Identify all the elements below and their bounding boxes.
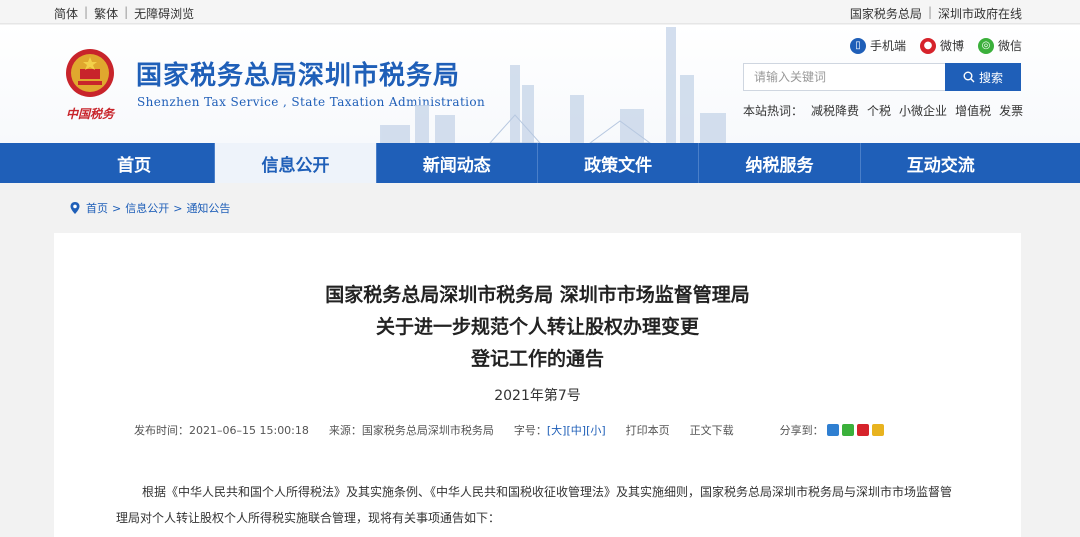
nav-tab-info-disclosure[interactable]: 信息公开 — [215, 143, 377, 183]
traditional-link[interactable]: 繁体 — [94, 5, 118, 22]
china-tax-logo: 中国税务 — [66, 107, 115, 121]
divider: | — [84, 5, 89, 19]
nav-tab-policy[interactable]: 政策文件 — [538, 143, 700, 183]
article-meta: 发布时间：2021–06–15 15:00:18 来源：国家税务总局深圳市税务局… — [134, 422, 954, 438]
hot-word[interactable]: 发票 — [999, 102, 1023, 119]
nav-tab-interaction[interactable]: 互动交流 — [861, 143, 1021, 183]
wechat-label: 微信 — [997, 39, 1022, 53]
wechat-link[interactable]: ◎ 微信 — [977, 37, 1022, 54]
article-paragraph: 根据《中华人民共和国个人所得税法》及其实施条例、《中华人民共和国税收征收管理法》… — [116, 485, 953, 525]
hot-words: 本站热词： 减税降费 个税 小微企业 增值税 发票 — [743, 102, 1023, 119]
share-weibo-icon[interactable] — [856, 424, 869, 436]
download-link[interactable]: 正文下载 — [690, 422, 734, 438]
breadcrumb-info[interactable]: 信息公开 — [125, 200, 169, 216]
sta-link[interactable]: 国家税务总局 — [850, 5, 922, 22]
font-size-medium[interactable]: [中] — [566, 422, 586, 438]
article-title-line3: 登记工作的通告 — [470, 348, 604, 370]
source: 来源：国家税务总局深圳市税务局 — [328, 424, 494, 437]
search-input[interactable] — [743, 63, 945, 91]
location-pin-icon — [70, 202, 80, 214]
nav-tab-tax-service[interactable]: 纳税服务 — [699, 143, 861, 183]
font-size-small[interactable]: [小] — [586, 422, 606, 438]
share-qzone-icon[interactable] — [826, 424, 839, 436]
breadcrumb-home[interactable]: 首页 — [86, 200, 108, 216]
search-button[interactable]: 搜索 — [945, 63, 1021, 91]
main-nav: 首页 信息公开 新闻动态 政策文件 纳税服务 互动交流 — [0, 143, 1080, 183]
breadcrumb: 首页 > 信息公开 > 通知公告 — [68, 200, 230, 216]
city-skyline-illustration — [380, 27, 726, 143]
font-size-large[interactable]: [大] — [547, 422, 567, 438]
national-emblem-icon — [66, 49, 114, 97]
search-icon — [963, 71, 975, 83]
accessibility-link[interactable]: 无障碍浏览 — [134, 5, 194, 22]
weibo-link[interactable]: ● 微博 — [919, 37, 964, 54]
shenzhen-gov-link[interactable]: 深圳市政府在线 — [938, 5, 1022, 22]
hot-word[interactable]: 增值税 — [955, 102, 991, 119]
hot-word[interactable]: 小微企业 — [899, 102, 947, 119]
wechat-icon: ◎ — [977, 37, 994, 54]
hot-word[interactable]: 个税 — [867, 102, 891, 119]
share-icons — [826, 424, 884, 436]
mobile-label: 手机端 — [869, 39, 906, 53]
weibo-icon: ● — [919, 37, 936, 54]
print-link[interactable]: 打印本页 — [626, 422, 670, 438]
document-number: 2021年第7号 — [494, 388, 581, 404]
hot-word[interactable]: 减税降费 — [811, 102, 859, 119]
breadcrumb-separator: > — [112, 201, 122, 215]
weibo-label: 微博 — [939, 39, 964, 53]
nav-tab-news[interactable]: 新闻动态 — [377, 143, 538, 183]
simplified-link[interactable]: 简体 — [54, 5, 78, 22]
search-button-label: 搜索 — [978, 70, 1003, 85]
article-card: 国家税务总局深圳市税务局 深圳市市场监督管理局 关于进一步规范个人转让股权办理变… — [54, 233, 1021, 537]
site-header: 中国税务 国家税务总局深圳市税务局 Shenzhen Tax Service ,… — [0, 25, 1080, 143]
font-size-label: 字号： — [513, 424, 547, 437]
breadcrumb-separator: > — [173, 201, 183, 215]
search-bar: 搜索 — [743, 63, 1021, 91]
breadcrumb-current[interactable]: 通知公告 — [186, 200, 230, 216]
mobile-link[interactable]: ▯ 手机端 — [849, 37, 906, 54]
publish-time: 发布时间：2021–06–15 15:00:18 — [134, 424, 309, 437]
divider: | — [927, 5, 932, 19]
social-links: ▯ 手机端 ● 微博 ◎ 微信 — [849, 37, 1022, 54]
article-title-line1: 国家税务总局深圳市税务局 深圳市市场监督管理局 — [325, 284, 750, 306]
divider: | — [124, 5, 129, 19]
share-label: 分享到： — [779, 424, 824, 437]
mobile-icon: ▯ — [849, 37, 866, 54]
article-title-line2: 关于进一步规范个人转让股权办理变更 — [375, 316, 699, 338]
share-wechat-icon[interactable] — [841, 424, 854, 436]
top-bar: 简体 | 繁体 | 无障碍浏览 国家税务总局 | 深圳市政府在线 — [0, 0, 1080, 24]
share-qq-icon[interactable] — [871, 424, 884, 436]
hot-words-label: 本站热词： — [743, 104, 804, 118]
nav-tab-home[interactable]: 首页 — [54, 143, 216, 183]
